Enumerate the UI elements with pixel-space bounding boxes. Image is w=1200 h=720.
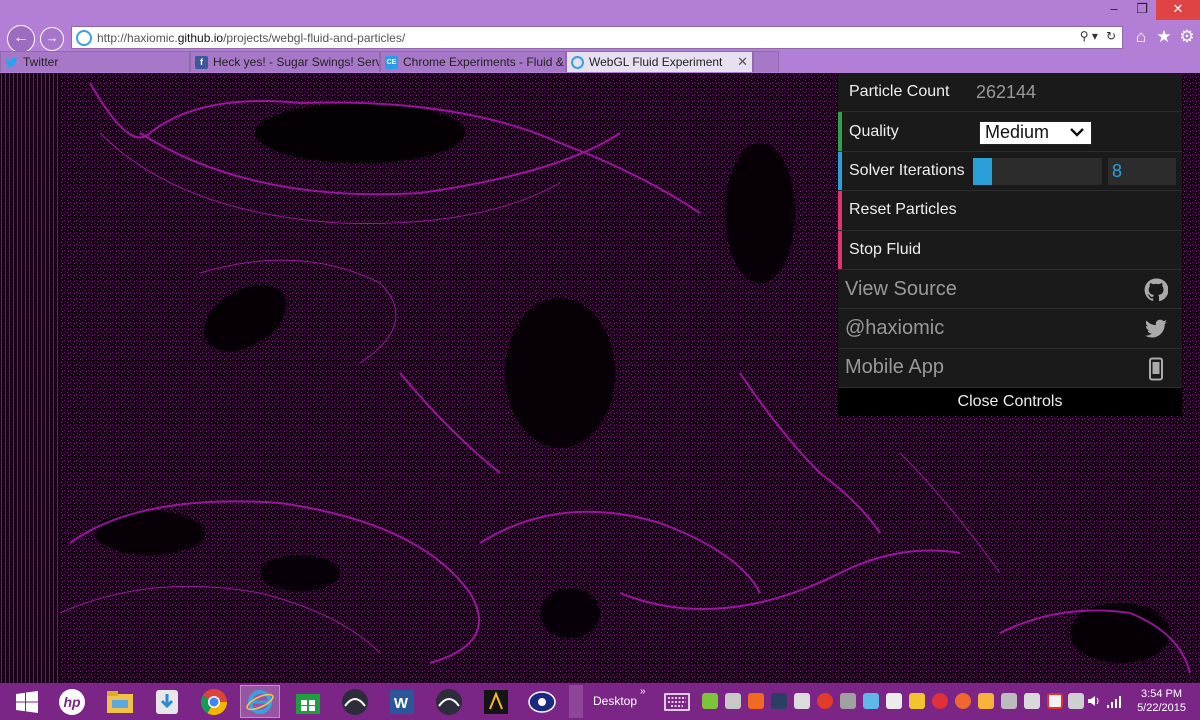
back-button[interactable]: ← (7, 25, 35, 53)
tray-icon-13[interactable] (978, 693, 994, 709)
solver-iterations-slider[interactable] (973, 157, 1102, 185)
tray-icon-1[interactable] (702, 693, 718, 709)
chrome-icon[interactable] (197, 685, 231, 718)
stop-fluid-button[interactable]: Stop Fluid (838, 230, 1182, 270)
controls-panel: Particle Count 262144 Quality Medium Sol… (838, 73, 1182, 417)
tray-icon-7[interactable] (840, 693, 856, 709)
tray-icon-3[interactable] (748, 693, 764, 709)
tab-chrome-experiments[interactable]: CE Chrome Experiments - Fluid & ... (380, 51, 566, 72)
solver-iterations-row: Solver Iterations 8 (838, 151, 1182, 192)
quality-row: Quality Medium (838, 112, 1182, 152)
windows-start-icon[interactable] (10, 685, 44, 718)
tab-webgl-fluid[interactable]: WebGL Fluid Experiment ✕ (566, 51, 753, 72)
word-icon[interactable]: W (385, 685, 419, 718)
adobe-icon[interactable] (479, 685, 513, 718)
store-icon[interactable] (291, 685, 325, 718)
file-explorer-icon[interactable] (103, 685, 137, 718)
internet-explorer-icon[interactable] (240, 685, 280, 718)
volume-icon[interactable] (1086, 693, 1102, 709)
steam-icon[interactable] (771, 693, 787, 709)
media-icon[interactable] (525, 685, 559, 718)
mobile-phone-icon (1144, 357, 1168, 381)
system-clock[interactable]: 3:54 PM 5/22/2015 (1137, 687, 1186, 715)
network-signal-icon[interactable] (1106, 693, 1122, 709)
tab-facebook[interactable]: f Heck yes! - Sugar Swings! Serv... (190, 51, 380, 72)
ie-page-icon (76, 29, 92, 46)
maximize-button[interactable]: ❐ (1128, 0, 1156, 20)
new-tab-button[interactable] (753, 51, 779, 72)
tray-icon-11[interactable] (932, 693, 948, 709)
solver-iterations-input[interactable]: 8 (1108, 157, 1176, 185)
mobile-app-link[interactable]: Mobile App (838, 349, 1182, 389)
chrome-experiments-icon: CE (385, 55, 398, 69)
battery-icon[interactable] (1068, 693, 1084, 709)
refresh-icon[interactable]: ↻ (1106, 29, 1116, 43)
desktop-chevron-icon[interactable]: » (640, 686, 646, 697)
reset-particles-button[interactable]: Reset Particles (838, 191, 1182, 231)
facebook-icon: f (195, 55, 208, 69)
favorites-icon[interactable]: ★ (1154, 27, 1174, 47)
close-tab-icon[interactable]: ✕ (731, 54, 748, 70)
tray-icon-8[interactable] (863, 693, 879, 709)
address-bar[interactable]: http://haxiomic.github.io/projects/webgl… (71, 26, 1123, 49)
window-controls: – ❐ ✕ (1100, 0, 1200, 20)
clock-date: 5/22/2015 (1137, 702, 1186, 714)
taskbar-divider (569, 685, 583, 718)
forward-button[interactable]: → (40, 27, 64, 51)
particle-count-label: Particle Count (849, 83, 950, 101)
twitter-icon (5, 56, 18, 69)
tray-icon-9[interactable] (886, 693, 902, 709)
close-window-button[interactable]: ✕ (1156, 0, 1200, 20)
tray-icon-5[interactable] (794, 693, 810, 709)
minimize-button[interactable]: – (1100, 0, 1128, 20)
svg-text:W: W (394, 695, 409, 712)
tray-icon-14[interactable] (1001, 693, 1017, 709)
slider-fill (973, 157, 993, 185)
tray-icon-10[interactable] (909, 693, 925, 709)
twitter-bird-icon (1144, 317, 1168, 341)
url-text: http://haxiomic.github.io/projects/webgl… (97, 30, 406, 45)
app-icon-2[interactable] (432, 685, 466, 718)
gear-icon[interactable]: ⚙ (1177, 27, 1197, 47)
tray-icon-15[interactable] (1024, 693, 1040, 709)
quality-label: Quality (849, 122, 899, 140)
download-icon[interactable] (150, 685, 184, 718)
solver-iterations-label: Solver Iterations (849, 161, 965, 179)
particle-count-row: Particle Count 262144 (838, 73, 1182, 113)
touch-keyboard-icon[interactable] (660, 685, 694, 718)
home-icon[interactable]: ⌂ (1131, 27, 1151, 47)
search-dropdown-icon[interactable]: ⚲ ▾ (1080, 29, 1098, 43)
tab-twitter[interactable]: Twitter (0, 51, 190, 72)
tab-strip: Twitter f Heck yes! - Sugar Swings! Serv… (0, 51, 779, 72)
view-source-link[interactable]: View Source (838, 270, 1182, 310)
quality-select[interactable]: Medium (979, 121, 1092, 148)
particle-count-value: 262144 (976, 81, 1037, 102)
github-icon (1144, 278, 1169, 302)
twitter-link[interactable]: @haxiomic (838, 309, 1182, 349)
taskbar: hp W Desktop » 3:54 PM 5/22/2015 (0, 683, 1200, 720)
close-controls-button[interactable]: Close Controls (838, 388, 1182, 417)
tray-icon-2[interactable] (725, 693, 741, 709)
tray-icon-12[interactable] (955, 693, 971, 709)
tray-icon-6[interactable] (817, 693, 833, 709)
hp-icon[interactable]: hp (55, 685, 89, 718)
action-center-icon[interactable] (1047, 693, 1063, 709)
clock-time: 3:54 PM (1141, 688, 1183, 700)
svg-text:hp: hp (63, 694, 81, 710)
browser-chrome: – ❐ ✕ ← → http://haxiomic.github.io/proj… (0, 0, 1200, 73)
chevron-down-icon (1069, 122, 1085, 148)
desktop-toolbar-label[interactable]: Desktop (593, 694, 637, 708)
ie-icon (571, 55, 584, 69)
app-icon[interactable] (338, 685, 372, 718)
